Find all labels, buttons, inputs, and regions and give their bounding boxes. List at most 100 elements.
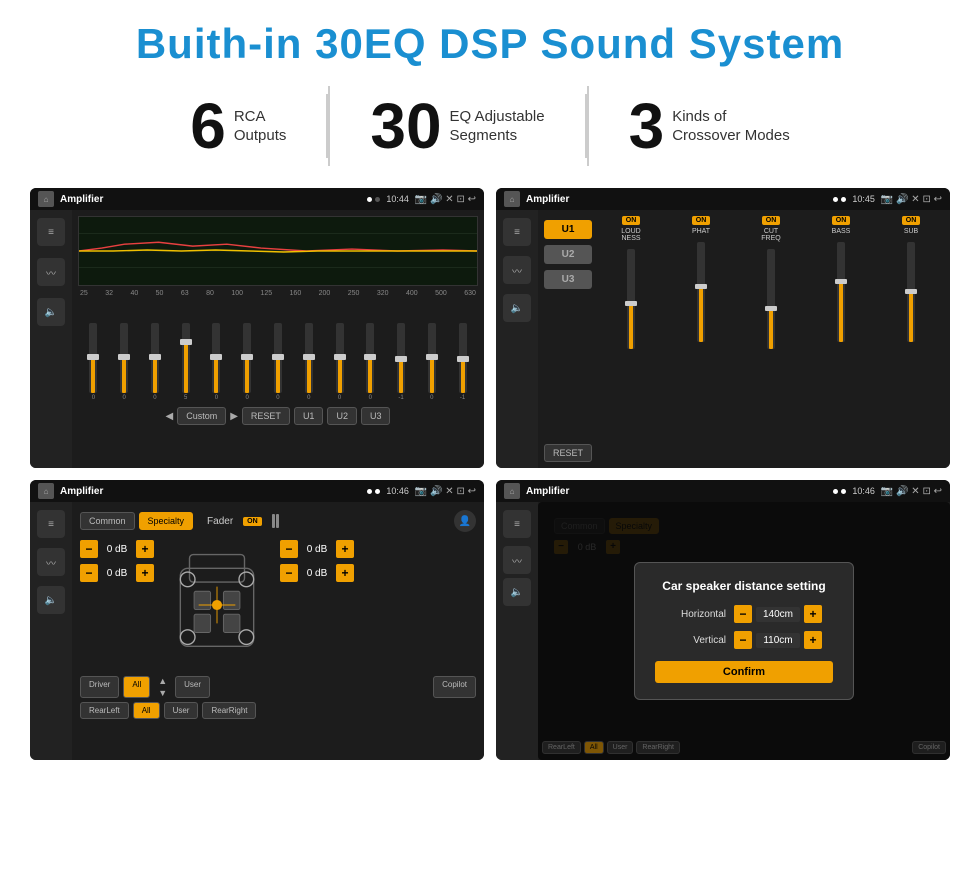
- db-plus-3[interactable]: +: [336, 540, 354, 558]
- slider-13[interactable]: -1: [459, 323, 467, 401]
- fader-bottom-row2: RearLeft All User RearRight: [80, 702, 476, 719]
- slider-7[interactable]: 0: [274, 323, 282, 401]
- u1-btn[interactable]: U1: [544, 220, 592, 239]
- dialog-row-horizontal: Horizontal − 140cm +: [655, 605, 833, 623]
- stat-text-crossover: Kinds of Crossover Modes: [672, 107, 790, 146]
- cross-spk-icon[interactable]: 🔈: [503, 294, 531, 322]
- u3-btn[interactable]: U3: [544, 270, 592, 289]
- wave-icon[interactable]: 〰: [37, 258, 65, 286]
- fader-on-badge[interactable]: ON: [243, 517, 262, 526]
- tab-common[interactable]: Common: [80, 512, 135, 530]
- slider-9[interactable]: 0: [336, 323, 344, 401]
- fader-eq-icon[interactable]: ≡: [37, 510, 65, 538]
- ch-on-phat[interactable]: ON: [692, 216, 711, 225]
- btn-user2[interactable]: User: [164, 702, 199, 719]
- cross-wave-icon[interactable]: 〰: [503, 256, 531, 284]
- btn-all[interactable]: All: [123, 676, 150, 698]
- fader-settings-icon[interactable]: 👤: [454, 510, 476, 532]
- dlg-spk-icon[interactable]: 🔈: [503, 578, 531, 606]
- slider-2[interactable]: 0: [120, 323, 128, 401]
- dlg-wave-icon[interactable]: 〰: [503, 546, 531, 574]
- slider-11[interactable]: -1: [397, 323, 405, 401]
- eq-u1-btn[interactable]: U1: [294, 407, 324, 425]
- screen-fader: ⌂ Amplifier 10:46 📷 🔊 ✕ ⊡ ↩ ≡ 〰 🔈 Common: [30, 480, 484, 760]
- cross-eq-icon[interactable]: ≡: [503, 218, 531, 246]
- u2-btn[interactable]: U2: [544, 245, 592, 264]
- eq-graph: [78, 216, 478, 286]
- stat-rca: 6 RCA Outputs: [150, 94, 328, 158]
- tab-specialty[interactable]: Specialty: [139, 512, 194, 530]
- eq-reset-btn[interactable]: RESET: [242, 407, 290, 425]
- slider-10[interactable]: 0: [366, 323, 374, 401]
- eq-next-icon[interactable]: ▶: [230, 411, 238, 422]
- ch-phat: ON PHAT: [668, 216, 734, 462]
- slider-1[interactable]: 0: [89, 323, 97, 401]
- slider-6[interactable]: 0: [243, 323, 251, 401]
- dialog-box: Car speaker distance setting Horizontal …: [634, 562, 854, 700]
- dialog-minus-v[interactable]: −: [734, 631, 752, 649]
- fader-label: Fader: [207, 516, 233, 527]
- fader-tabs: Common Specialty: [80, 512, 193, 530]
- ch-on-cutfreq[interactable]: ON: [762, 216, 781, 225]
- ch-on-bass[interactable]: ON: [832, 216, 851, 225]
- eq-prev-icon[interactable]: ◀: [166, 411, 174, 422]
- db-minus-4[interactable]: −: [280, 564, 298, 582]
- cross-reset-btn[interactable]: RESET: [544, 444, 592, 462]
- db-plus-4[interactable]: +: [336, 564, 354, 582]
- screen2-title: Amplifier: [526, 194, 827, 205]
- home-icon-2[interactable]: ⌂: [504, 191, 520, 207]
- dialog-value-v: − 110cm +: [734, 631, 822, 649]
- slider-5[interactable]: 0: [212, 323, 220, 401]
- home-icon[interactable]: ⌂: [38, 191, 54, 207]
- ch-on-loudness[interactable]: ON: [622, 216, 641, 225]
- eq-u2-btn[interactable]: U2: [327, 407, 357, 425]
- screen1-time: 10:44: [386, 194, 409, 204]
- ch-on-sub[interactable]: ON: [902, 216, 921, 225]
- dialog-plus-h[interactable]: +: [804, 605, 822, 623]
- slider-12[interactable]: 0: [428, 323, 436, 401]
- confirm-button[interactable]: Confirm: [655, 661, 833, 683]
- slider-4[interactable]: 5: [182, 323, 190, 401]
- page-title: Buith-in 30EQ DSP Sound System: [30, 20, 950, 68]
- screen-crossover-body: ≡ 〰 🔈 U1 U2 U3 RESET ON LOUD: [496, 210, 950, 468]
- eq-custom-btn[interactable]: Custom: [177, 407, 226, 425]
- btn-copilot[interactable]: Copilot: [433, 676, 476, 698]
- screen-fader-body: ≡ 〰 🔈 Common Specialty Fader ON: [30, 502, 484, 760]
- stat-text-eq: EQ Adjustable Segments: [450, 107, 545, 146]
- fader-wave-icon[interactable]: 〰: [37, 548, 65, 576]
- btn-all2[interactable]: All: [133, 702, 160, 719]
- screen1-title: Amplifier: [60, 194, 361, 205]
- db-ctrl-2: − 0 dB +: [80, 564, 154, 582]
- dialog-row-vertical: Vertical − 110cm +: [655, 631, 833, 649]
- db-ctrl-4: − 0 dB +: [280, 564, 354, 582]
- dialog-cm-v: 110cm: [756, 633, 800, 648]
- btn-rearleft[interactable]: RearLeft: [80, 702, 129, 719]
- ch-cutfreq: ON CUTFREQ: [738, 216, 804, 462]
- btn-rearright[interactable]: RearRight: [202, 702, 256, 719]
- screen4-time: 10:46: [852, 486, 875, 496]
- db-plus-2[interactable]: +: [136, 564, 154, 582]
- slider-3[interactable]: 0: [151, 323, 159, 401]
- stats-row: 6 RCA Outputs 30 EQ Adjustable Segments …: [30, 86, 950, 166]
- fader-spk-icon[interactable]: 🔈: [37, 586, 65, 614]
- db-val-1: 0 dB: [102, 544, 132, 555]
- db-minus-1[interactable]: −: [80, 540, 98, 558]
- speaker-icon[interactable]: 🔈: [37, 298, 65, 326]
- eq-u3-btn[interactable]: U3: [361, 407, 391, 425]
- db-plus-1[interactable]: +: [136, 540, 154, 558]
- screen-dialog-body: ≡ 〰 🔈 Common Specialty −: [496, 502, 950, 760]
- db-minus-3[interactable]: −: [280, 540, 298, 558]
- db-minus-2[interactable]: −: [80, 564, 98, 582]
- btn-driver[interactable]: Driver: [80, 676, 119, 698]
- home-icon-3[interactable]: ⌂: [38, 483, 54, 499]
- btn-user[interactable]: User: [175, 676, 210, 698]
- nav-arrows: ▲ ▼: [158, 676, 167, 698]
- eq-icon[interactable]: ≡: [37, 218, 65, 246]
- db-val-3: 0 dB: [302, 544, 332, 555]
- home-icon-4[interactable]: ⌂: [504, 483, 520, 499]
- slider-8[interactable]: 0: [305, 323, 313, 401]
- dialog-plus-v[interactable]: +: [804, 631, 822, 649]
- stat-number-eq: 30: [370, 94, 441, 158]
- dlg-eq-icon[interactable]: ≡: [503, 510, 531, 538]
- dialog-minus-h[interactable]: −: [734, 605, 752, 623]
